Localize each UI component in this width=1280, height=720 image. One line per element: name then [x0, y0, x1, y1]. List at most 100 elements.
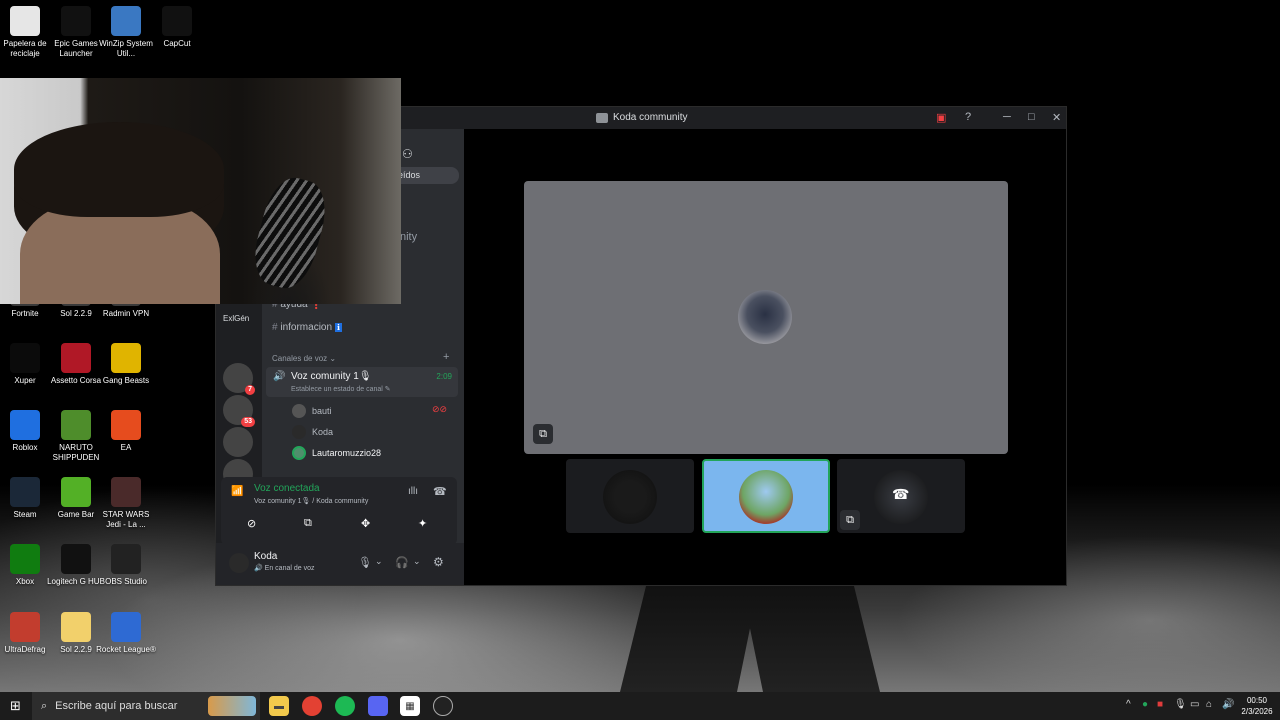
- minimize-button[interactable]: ─: [1003, 111, 1011, 123]
- obs-icon[interactable]: [433, 696, 453, 716]
- chevron-down-icon[interactable]: ⌄: [375, 556, 383, 567]
- guild-icon[interactable]: 53: [223, 395, 255, 427]
- call-stage[interactable]: ⧉: [524, 181, 1008, 454]
- tray-app-icon[interactable]: ■: [1157, 699, 1163, 710]
- gang-beasts-icon: [111, 343, 141, 373]
- screen-share-icon[interactable]: ⧉: [304, 517, 312, 530]
- desktop-icon[interactable]: Rocket League®: [95, 612, 157, 655]
- user-name: Koda: [254, 551, 278, 562]
- chrome-icon[interactable]: [302, 696, 322, 716]
- voice-connection-panel: 📶 Voz conectada Voz comunity 1🎙 / Koda c…: [221, 477, 457, 545]
- voice-channel-name: Voz comunity 1🎙: [291, 371, 372, 382]
- server-name-partial: nity: [400, 231, 418, 243]
- pop-out-icon[interactable]: ⧉: [840, 510, 860, 530]
- tray-app-icon[interactable]: ●: [1142, 699, 1148, 710]
- soundboard-icon[interactable]: ✦: [418, 517, 427, 530]
- mention-badge: 7: [245, 385, 255, 395]
- spotify-icon[interactable]: [335, 696, 355, 716]
- discord-icon[interactable]: [368, 696, 388, 716]
- maximize-button[interactable]: □: [1028, 111, 1035, 123]
- desktop-icon[interactable]: STAR WARS Jedi - La ...: [95, 477, 157, 530]
- voice-user[interactable]: Lautaromuzzio28: [292, 446, 381, 460]
- invite-icon[interactable]: ⚇: [402, 147, 413, 161]
- game-bar-icon: [61, 477, 91, 507]
- desktop-icon-label: CapCut: [163, 39, 191, 48]
- window-title: Koda community: [596, 112, 687, 123]
- noise-suppression-icon[interactable]: ıllı: [408, 486, 418, 497]
- microphone-icon[interactable]: 🎙: [1174, 699, 1187, 710]
- voice-status: Voz conectada: [254, 483, 320, 494]
- channel-informacion[interactable]: # informacion ℹ: [272, 322, 342, 333]
- desktop-icon-label: STAR WARS Jedi - La ...: [102, 510, 150, 529]
- voice-user[interactable]: Koda: [292, 425, 333, 439]
- desktop-icon[interactable]: EA: [95, 410, 157, 453]
- participant-tile[interactable]: [566, 459, 694, 533]
- add-channel-icon[interactable]: +: [443, 351, 449, 363]
- guild-label: ExlGén: [223, 314, 250, 323]
- guild-icon[interactable]: [223, 427, 253, 457]
- help-icon[interactable]: ?: [965, 111, 971, 123]
- camera-off-icon[interactable]: ⊘: [247, 517, 256, 530]
- voice-channel-item[interactable]: 🔊 Voz comunity 1🎙 2:09 Establece un esta…: [266, 367, 458, 397]
- activities-icon[interactable]: ✥: [361, 517, 370, 530]
- battery-icon[interactable]: ▭: [1190, 699, 1199, 710]
- headphones-icon[interactable]: 🎧: [395, 556, 409, 569]
- desktop-icon[interactable]: Gang Beasts: [95, 343, 157, 386]
- voice-detail: Voz comunity 1🎙 / Koda community: [254, 498, 369, 505]
- desktop-icon-label: Radmin VPN: [102, 309, 150, 318]
- voice-user[interactable]: bauti: [292, 404, 332, 418]
- avatar[interactable]: [229, 553, 249, 573]
- network-icon[interactable]: ⌂: [1206, 699, 1212, 710]
- server-icon: [596, 112, 608, 123]
- search-highlight-image[interactable]: [208, 696, 256, 716]
- voice-category[interactable]: Canales de voz ⌄: [272, 354, 336, 363]
- avatar: [603, 470, 657, 524]
- recycle-bin-icon: [10, 6, 40, 36]
- webcam-preview: [0, 78, 401, 304]
- desktop-icon-label: Rocket League®: [96, 645, 156, 654]
- microsoft-store-icon[interactable]: ▦: [400, 696, 420, 716]
- participant-tile[interactable]: ☎ ⧉: [837, 459, 965, 533]
- disconnect-icon[interactable]: ☎: [433, 485, 447, 498]
- participant-tile-speaking[interactable]: [702, 459, 830, 533]
- mention-badge: 53: [241, 417, 255, 427]
- speaker-icon: 🔊: [273, 371, 286, 382]
- star-wars-icon: [111, 477, 141, 507]
- avatar: [292, 425, 306, 439]
- desktop-icon[interactable]: CapCut: [146, 6, 208, 49]
- desktop-icon-label: Gang Beasts: [102, 376, 150, 385]
- ea-icon: [111, 410, 141, 440]
- settings-gear-icon[interactable]: ⚙: [433, 555, 444, 569]
- pop-out-icon[interactable]: ⧉: [533, 424, 553, 444]
- clock[interactable]: 00:50 2/3/2026: [1236, 695, 1278, 717]
- taskbar: ⊞ ⌕ Escribe aquí para buscar ▬ ▦ ^ ● ■ 🎙…: [0, 692, 1280, 720]
- chevron-down-icon[interactable]: ⌄: [413, 556, 421, 567]
- chevron-up-icon[interactable]: ^: [1126, 699, 1131, 710]
- avatar: [292, 446, 306, 460]
- windows-start-icon[interactable]: ⊞: [10, 698, 21, 714]
- signal-icon: 📶: [231, 486, 244, 497]
- desktop-icon[interactable]: OBS Studio: [95, 544, 157, 587]
- focused-user-avatar: [738, 290, 792, 344]
- phone-icon: ☎: [892, 486, 910, 502]
- file-explorer-icon[interactable]: ▬: [269, 696, 289, 716]
- naruto-icon: [61, 410, 91, 440]
- folder-icon: [61, 612, 91, 642]
- rocket-league-icon: [111, 612, 141, 642]
- user-status: 🔊 En canal de voz: [254, 565, 315, 572]
- close-button[interactable]: ✕: [1052, 111, 1061, 124]
- channel-status[interactable]: Establece un estado de canal ✎: [291, 385, 391, 393]
- winzip-icon: [111, 6, 141, 36]
- logitech-icon: [61, 544, 91, 574]
- volume-icon[interactable]: 🔊: [1222, 699, 1234, 710]
- roblox-icon: [10, 410, 40, 440]
- obs-icon: [111, 544, 141, 574]
- desktop-icon-label: OBS Studio: [105, 577, 147, 586]
- guild-icon[interactable]: ExlGén: [223, 305, 253, 335]
- guild-icon[interactable]: 7: [223, 363, 255, 395]
- microphone-icon[interactable]: 🎙: [358, 556, 372, 569]
- capcut-icon: [162, 6, 192, 36]
- xuper-icon: [10, 343, 40, 373]
- xbox-icon: [10, 544, 40, 574]
- inbox-icon[interactable]: ▣: [936, 111, 946, 124]
